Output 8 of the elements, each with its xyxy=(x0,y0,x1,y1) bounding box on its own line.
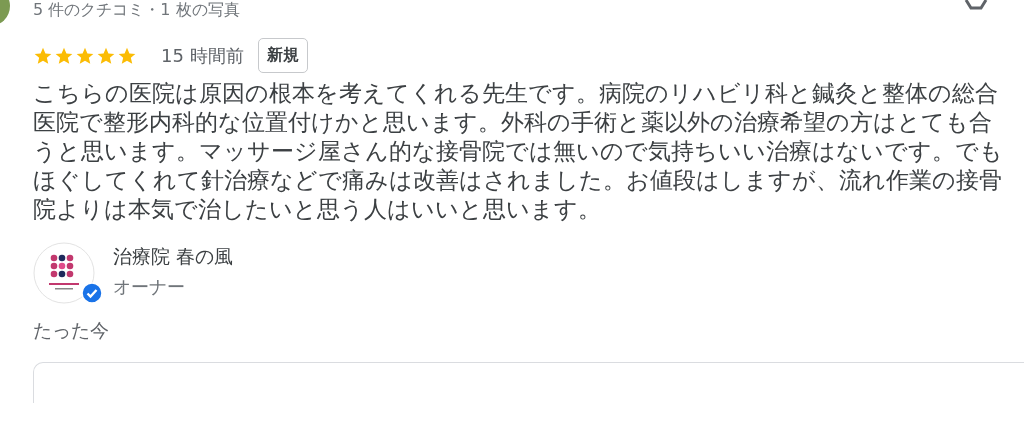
review-text: こちらの医院は原因の根本を考えてくれる先生です。病院のリハビリ科と鍼灸と整体の総合医院で整形内科的な位置付けかと思います。外科の手術と薬以外の治療希望の方はとても合うと思います。マッサージ屋さん的な接骨院では無いので気持ちいい治療はないです。でもほぐしてくれて針治療などで痛みは改善はされました。お値段はしますが、流れ作業の接骨院よりは本気で治したいと思う人はいいと思います。 xyxy=(33,79,1004,224)
review-summary: 5 件のクチコミ・1 枚の写真 xyxy=(33,1,240,19)
reply-time: たった今 xyxy=(33,318,110,343)
owner-name: 治療院 春の風 xyxy=(113,244,234,269)
owner-logo xyxy=(33,242,95,304)
new-badge: 新規 xyxy=(257,38,308,73)
owner-role: オーナー xyxy=(113,275,186,299)
review-time: 15 時間前 xyxy=(161,43,244,68)
